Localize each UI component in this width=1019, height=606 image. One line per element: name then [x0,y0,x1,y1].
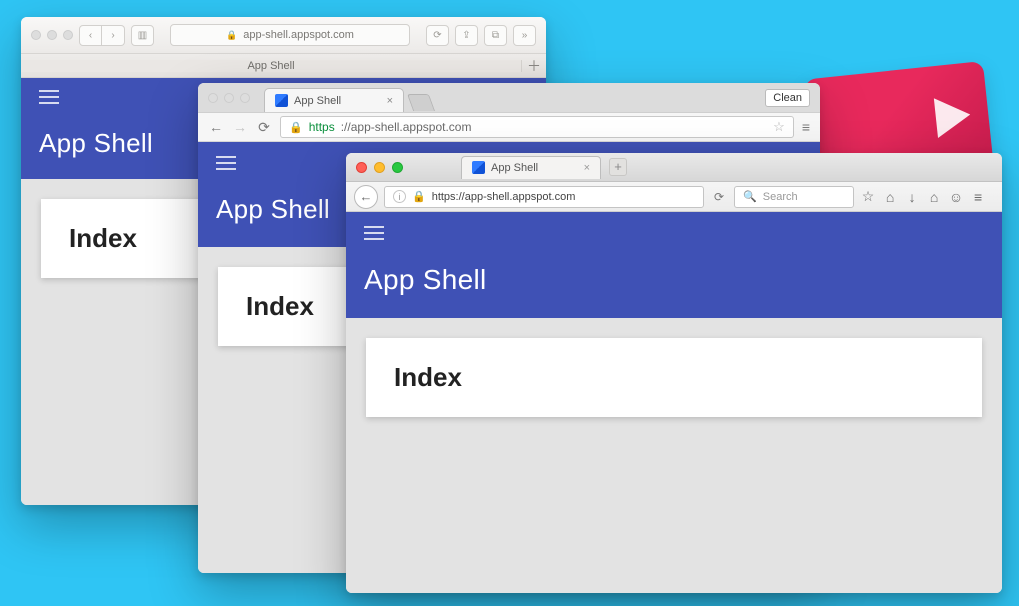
close-tab-icon[interactable]: × [387,95,393,107]
forward-button[interactable]: › [102,25,125,46]
browser-tab[interactable]: App Shell × [461,156,601,179]
safari-tabbar: App Shell ＋ [21,54,546,78]
lock-icon: 🔒 [226,30,237,41]
lock-icon: 🔒 [289,121,303,134]
firefox-window: App Shell × + ← i 🔒 https://app-shell.ap… [346,153,1002,593]
overflow-button[interactable]: » [513,25,536,46]
reload-button[interactable]: ⟳ [426,25,449,46]
tabs-button[interactable]: ⧉ [484,25,507,46]
sidebar-button[interactable]: ▥ [131,25,154,46]
reload-button[interactable]: ⟳ [714,190,724,204]
chevron-right-icon: › [111,30,114,41]
new-tab-button[interactable]: + [609,158,627,176]
search-placeholder: Search [763,191,798,203]
arrow-right-icon: → [233,119,247,135]
search-icon: 🔍 [743,190,757,203]
plus-icon: ＋ [527,58,541,74]
minimize-window-icon[interactable] [47,30,57,40]
chrome-tabstrip: App Shell × Clean [198,83,820,112]
lock-icon: 🔒 [412,190,426,203]
sidebar-icon: ▥ [138,30,147,41]
reload-icon: ⟳ [433,30,441,41]
safari-titlebar: ‹ › ▥ 🔒 app-shell.appspot.com ⟳ ⇪ ⧉ » [21,17,546,54]
share-icon: ⇪ [462,30,470,41]
url-rest: ://app-shell.appspot.com [341,120,472,134]
menu-button[interactable] [364,226,384,240]
content-card: Index [366,338,982,417]
window-controls [356,162,403,173]
reload-button[interactable]: ⟳ [256,119,272,136]
app-bar: App Shell [346,212,1002,318]
tab-title: App Shell [294,95,341,107]
window-controls [31,30,73,40]
downloads-icon[interactable]: ↓ [904,189,920,205]
reload-icon: ⟳ [258,119,270,135]
back-button[interactable]: ← [354,185,378,209]
safari-address-bar[interactable]: 🔒 app-shell.appspot.com [170,24,410,46]
url-scheme: https [309,120,335,134]
new-tab-button[interactable] [407,94,435,111]
minimize-window-icon[interactable] [224,93,234,103]
firefox-toolbar: ← i 🔒 https://app-shell.appspot.com ⟳ 🔍 … [346,182,1002,212]
bookmark-star-icon[interactable]: ☆ [860,188,876,205]
chat-icon[interactable]: ☺ [948,189,964,205]
firefox-menu-button[interactable]: ≡ [970,189,986,205]
close-window-icon[interactable] [208,93,218,103]
firefox-address-bar[interactable]: i 🔒 https://app-shell.appspot.com [384,186,704,208]
url-text: app-shell.appspot.com [243,29,354,41]
search-box[interactable]: 🔍 Search [734,186,854,208]
bookmark-icon[interactable]: ☆ [773,119,785,135]
hamburger-icon [216,156,236,158]
back-button[interactable]: ‹ [79,25,102,46]
browser-tab[interactable]: App Shell × [264,88,404,112]
favicon-icon [275,94,288,107]
reload-icon: ⟳ [714,190,724,204]
chrome-toolbar: ← → ⟳ 🔒 https://app-shell.appspot.com ☆ … [198,112,820,142]
favicon-icon [472,161,485,174]
browser-tab[interactable]: App Shell [21,60,522,72]
close-window-icon[interactable] [356,162,367,173]
clean-label: Clean [773,92,802,104]
menu-button[interactable] [216,156,236,170]
hamburger-icon [364,226,384,228]
chevron-left-icon: ‹ [89,30,92,41]
share-button[interactable]: ⇪ [455,25,478,46]
menu-icon: ≡ [802,119,810,135]
page-viewport: App Shell Index [346,212,1002,593]
library-icon[interactable]: ⌂ [882,189,898,205]
tab-title: App Shell [491,162,538,174]
arrow-left-icon: ← [360,189,373,204]
close-window-icon[interactable] [31,30,41,40]
back-button[interactable]: ← [208,119,224,135]
minimize-window-icon[interactable] [374,162,385,173]
url-text: https://app-shell.appspot.com [432,191,576,203]
tabs-icon: ⧉ [492,30,499,41]
new-tab-button[interactable]: ＋ [522,56,546,76]
card-heading: Index [394,362,954,393]
home-icon[interactable]: ⌂ [926,189,942,205]
forward-button[interactable]: → [232,119,248,135]
maximize-window-icon[interactable] [63,30,73,40]
window-controls [208,93,250,103]
arrow-left-icon: ← [209,119,223,135]
maximize-window-icon[interactable] [240,93,250,103]
maximize-window-icon[interactable] [392,162,403,173]
app-title: App Shell [364,264,984,296]
tab-title: App Shell [247,60,294,72]
hamburger-icon [39,90,59,92]
clean-button[interactable]: Clean [765,89,810,107]
nav-buttons: ‹ › [79,25,125,46]
close-tab-icon[interactable]: × [584,162,590,174]
chrome-menu-button[interactable]: ≡ [802,119,810,135]
info-icon[interactable]: i [393,190,406,203]
firefox-tabstrip: App Shell × + [346,153,1002,182]
chevrons-icon: » [522,30,528,41]
chrome-address-bar[interactable]: 🔒 https ://app-shell.appspot.com ☆ [280,116,794,138]
menu-button[interactable] [39,90,59,104]
